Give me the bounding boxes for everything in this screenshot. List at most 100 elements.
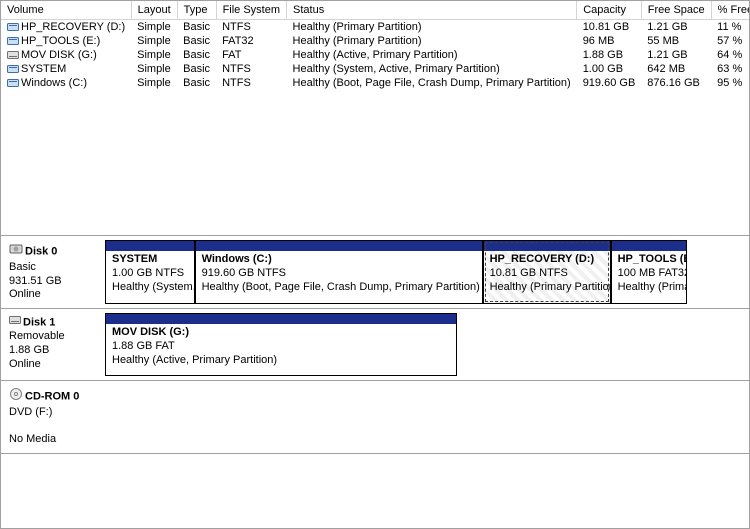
volume-fs: NTFS: [216, 76, 286, 90]
col-fs[interactable]: File System: [216, 1, 286, 19]
disk-title: Disk 1: [23, 316, 55, 328]
partition-block[interactable]: HP_RECOVERY (D:)10.81 GB NTFSHealthy (Pr…: [483, 240, 611, 304]
partition-color-bar: [612, 241, 687, 251]
partition-name: HP_RECOVERY (D:): [490, 253, 595, 265]
volume-capacity: 919.60 GB: [577, 76, 642, 90]
partition-status: Healthy (Boot, Page File, Crash Dump, Pr…: [202, 281, 480, 293]
partition-track: MOV DISK (G:) 1.88 GB FAT Healthy (Active,…: [105, 313, 745, 376]
partition-status: Healthy (Primary Partition): [490, 281, 610, 293]
partition-name: Windows (C:): [202, 253, 272, 265]
rem-icon: [9, 315, 21, 330]
partition-block[interactable]: Windows (C:) 919.60 GB NTFS Healthy (Boot,…: [195, 240, 483, 304]
volume-capacity: 96 MB: [577, 34, 642, 48]
volume-free: 1.21 GB: [641, 19, 711, 34]
volume-list-pane: Volume Layout Type File System Status Ca…: [1, 1, 749, 236]
volume-free: 642 MB: [641, 62, 711, 76]
col-type[interactable]: Type: [177, 1, 216, 19]
volume-capacity: 1.00 GB: [577, 62, 642, 76]
partition-capacity: 1.88 GB FAT: [112, 340, 175, 352]
disk-line3: 1.88 GB: [9, 344, 101, 358]
table-row[interactable]: HP_TOOLS (E:) SimpleBasicFAT32Healthy (Pr…: [1, 34, 749, 48]
col-free[interactable]: Free Space: [641, 1, 711, 19]
hdd-icon: [9, 242, 23, 261]
cd-icon: [9, 387, 23, 406]
disk-title: Disk 0: [25, 245, 57, 257]
table-row[interactable]: HP_RECOVERY (D:) SimpleBasicNTFSHealthy (…: [1, 19, 749, 34]
volume-layout: Simple: [131, 34, 177, 48]
col-volume[interactable]: Volume: [1, 1, 131, 19]
volume-fs: FAT: [216, 48, 286, 62]
partition-name: MOV DISK (G:): [112, 326, 189, 338]
partition-name: HP_TOOLS (E:): [618, 253, 687, 265]
table-header-row: Volume Layout Type File System Status Ca…: [1, 1, 749, 19]
col-pct[interactable]: % Free: [711, 1, 749, 19]
partition-capacity: 100 MB FAT32: [618, 267, 687, 279]
volume-fs: NTFS: [216, 19, 286, 34]
partition-block[interactable]: MOV DISK (G:) 1.88 GB FAT Healthy (Active,…: [105, 313, 457, 376]
volume-name: SYSTEM: [21, 63, 66, 75]
volume-name: HP_RECOVERY (D:): [21, 21, 125, 33]
volume-status: Healthy (Active, Primary Partition): [287, 48, 577, 62]
table-row[interactable]: SYSTEMSimpleBasicNTFSHealthy (System, Ac…: [1, 62, 749, 76]
volume-pct: 95 %: [711, 76, 749, 90]
disk-row: CD-ROM 0DVD (F:) No Media: [1, 381, 749, 454]
volume-status: Healthy (System, Active, Primary Partiti…: [287, 62, 577, 76]
partition-capacity: 919.60 GB NTFS: [202, 267, 286, 279]
volume-type: Basic: [177, 48, 216, 62]
partition-block[interactable]: HP_TOOLS (E:) 100 MB FAT32 Healthy (Primar…: [611, 240, 688, 304]
partition-color-bar: [106, 314, 456, 324]
volume-layout: Simple: [131, 48, 177, 62]
volume-name: MOV DISK (G:): [21, 49, 97, 61]
disk-line4: No Media: [9, 433, 101, 447]
partition-status: Healthy (Primary Partition): [618, 281, 687, 293]
volume-name: Windows (C:): [21, 77, 87, 89]
partition-block[interactable]: SYSTEM 1.00 GB NTFS Healthy (System, Activ…: [105, 240, 195, 304]
volume-layout: Simple: [131, 76, 177, 90]
table-row[interactable]: Windows (C:) SimpleBasicNTFSHealthy (Boot…: [1, 76, 749, 90]
disk-line2: Basic: [9, 261, 101, 275]
disk-label[interactable]: CD-ROM 0DVD (F:) No Media: [5, 385, 105, 449]
disk-row: Disk 1 Removable1.88 GBOnline MOV DISK (G:…: [1, 309, 749, 381]
volume-capacity: 1.88 GB: [577, 48, 642, 62]
disk-line2: Removable: [9, 330, 101, 344]
volume-type: Basic: [177, 34, 216, 48]
volume-pct: 63 %: [711, 62, 749, 76]
partition-name: SYSTEM: [112, 253, 157, 265]
col-capacity[interactable]: Capacity: [577, 1, 642, 19]
volume-status: Healthy (Primary Partition): [287, 34, 577, 48]
volume-type: Basic: [177, 76, 216, 90]
partition-capacity: 1.00 GB NTFS: [112, 267, 184, 279]
volume-fs: FAT32: [216, 34, 286, 48]
partition-track: [105, 385, 745, 449]
volume-icon: [7, 78, 19, 88]
volume-fs: NTFS: [216, 62, 286, 76]
volume-free: 55 MB: [641, 34, 711, 48]
volume-name: HP_TOOLS (E:): [21, 35, 100, 47]
col-layout[interactable]: Layout: [131, 1, 177, 19]
partition-status: Healthy (System, Active, Primary Partiti…: [112, 281, 194, 293]
volume-pct: 11 %: [711, 19, 749, 34]
volume-type: Basic: [177, 19, 216, 34]
volume-icon: [7, 36, 19, 46]
volume-capacity: 10.81 GB: [577, 19, 642, 34]
volume-icon: [7, 64, 19, 74]
table-row[interactable]: MOV DISK (G:) SimpleBasicFATHealthy (Acti…: [1, 48, 749, 62]
volume-status: Healthy (Primary Partition): [287, 19, 577, 34]
volume-table: Volume Layout Type File System Status Ca…: [1, 1, 749, 90]
disk-line4: Online: [9, 358, 101, 372]
disk-line4: Online: [9, 288, 101, 302]
volume-type: Basic: [177, 62, 216, 76]
disk-graphic-pane: Disk 0Basic931.51 GBOnlineSYSTEM1.00 GB …: [1, 236, 749, 454]
volume-free: 1.21 GB: [641, 48, 711, 62]
disk-label[interactable]: Disk 1 Removable1.88 GBOnline: [5, 313, 105, 376]
partition-track: SYSTEM 1.00 GB NTFS Healthy (System, Activ…: [105, 240, 745, 304]
disk-line3: 931.51 GB: [9, 275, 101, 289]
partition-status: Healthy (Active, Primary Partition): [112, 354, 277, 366]
volume-status: Healthy (Boot, Page File, Crash Dump, Pr…: [287, 76, 577, 90]
volume-layout: Simple: [131, 19, 177, 34]
partition-color-bar: [106, 241, 194, 251]
col-status[interactable]: Status: [287, 1, 577, 19]
volume-pct: 64 %: [711, 48, 749, 62]
partition-color-bar: [484, 241, 610, 251]
disk-label[interactable]: Disk 0 Basic931.51 GBOnline: [5, 240, 105, 304]
